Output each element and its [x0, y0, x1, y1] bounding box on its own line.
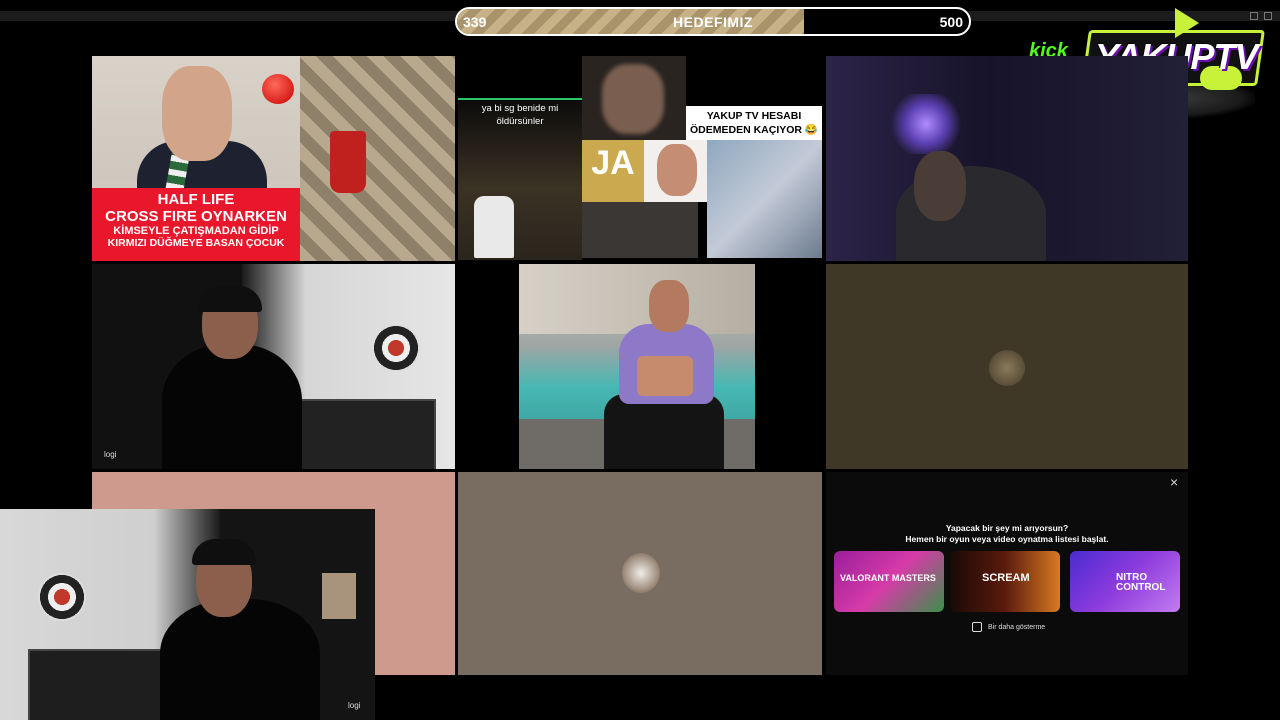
goal-max: 500	[939, 14, 963, 30]
activity-card-valorant[interactable]: VALORANT MASTERS	[834, 551, 944, 612]
collage-chat-photo	[707, 140, 822, 258]
collage-ja-text: JA	[591, 144, 635, 182]
avatar	[989, 350, 1025, 386]
dont-show-label: Bir daha gösterme	[988, 623, 1046, 631]
collage-person	[474, 196, 514, 258]
meme-caption-line1: HALF LIFE	[157, 191, 235, 208]
monitor	[28, 649, 167, 720]
collage-blurred-photo	[582, 56, 686, 140]
activity-promo-panel: × Yapacak bir şey mi arıyorsun? Hemen bi…	[826, 472, 1188, 675]
blurred-face	[602, 64, 664, 134]
meme-caption: HALF LIFE CROSS FIRE OYNARKEN KİMSEYLE Ç…	[92, 188, 300, 261]
goal-title: HEDEFIMIZ	[673, 14, 753, 30]
person-body	[160, 599, 320, 720]
play-icon	[1175, 8, 1199, 38]
dartboard	[38, 573, 86, 621]
headphones	[192, 539, 256, 565]
collage-caption: YAKUP TV HESABI ÖDEMEDEN KAÇIYOR 😂	[686, 106, 822, 140]
dont-show-checkbox[interactable]	[972, 622, 982, 632]
video-tile-avatar-2[interactable]	[458, 472, 822, 675]
red-button-icon	[262, 74, 294, 104]
maximize-icon[interactable]	[1264, 12, 1272, 20]
meme-caption-line3: KİMSEYLE ÇATIŞMADAN GİDİP	[113, 225, 279, 237]
collage-group-photo	[582, 202, 698, 258]
buildings	[519, 264, 755, 334]
video-tile-avatar[interactable]	[826, 264, 1188, 469]
activity-card-nitro[interactable]: NITRO CONTROL	[1070, 551, 1180, 612]
collage-text: ya bi sg benide mi öldürsünler	[481, 103, 559, 127]
card-label: NITRO CONTROL	[1116, 572, 1166, 593]
person-legs	[604, 394, 724, 469]
card-label: SCREAM	[982, 572, 1030, 584]
board-photo	[300, 56, 455, 261]
video-tile-webcam[interactable]: logi	[92, 264, 455, 469]
promo-title: Yapacak bir şey mi arıyorsun?	[945, 523, 1069, 533]
goal-progress-bar: 339 HEDEFIMIZ 500	[455, 7, 971, 36]
meme-photo: HALF LIFE CROSS FIRE OYNARKEN KİMSEYLE Ç…	[92, 56, 300, 261]
person-torso	[637, 356, 693, 396]
monitor	[297, 399, 436, 469]
person-body	[162, 344, 302, 469]
video-tile-meme[interactable]: HALF LIFE CROSS FIRE OYNARKEN KİMSEYLE Ç…	[92, 56, 455, 261]
close-icon[interactable]: ×	[1170, 474, 1178, 490]
headphones	[198, 286, 262, 312]
card-label: VALORANT MASTERS	[840, 573, 936, 583]
streamer-webcam-overlay: logi	[0, 509, 375, 720]
portrait-face	[657, 144, 697, 196]
dartboard	[372, 324, 420, 372]
dont-show-again-row[interactable]: Bir daha gösterme	[972, 622, 1045, 632]
avatar	[622, 553, 660, 593]
meme-caption-line4: KIRMIZI DÜĞMEYE BASAN ÇOCUK	[107, 237, 285, 249]
webcam-label: logi	[348, 701, 361, 710]
video-tile-webcam-dark[interactable]	[826, 56, 1188, 261]
activity-card-scream[interactable]: SCREAM	[950, 551, 1060, 612]
person-head	[649, 280, 689, 332]
promo-subtitle: Hemen bir oyun veya video oynatma listes…	[905, 534, 1109, 544]
video-tile-photo[interactable]	[519, 264, 755, 469]
wall-poster	[322, 573, 356, 619]
purple-light	[886, 94, 966, 154]
video-tile-collage[interactable]: ya bi sg benide mi öldürsünler JA YAKUP …	[458, 56, 822, 261]
person-face	[162, 66, 232, 161]
red-cup	[330, 131, 366, 193]
person-head	[914, 151, 966, 221]
meme-caption-line2: CROSS FIRE OYNARKEN	[105, 208, 287, 225]
webcam-label: logi	[104, 450, 117, 459]
